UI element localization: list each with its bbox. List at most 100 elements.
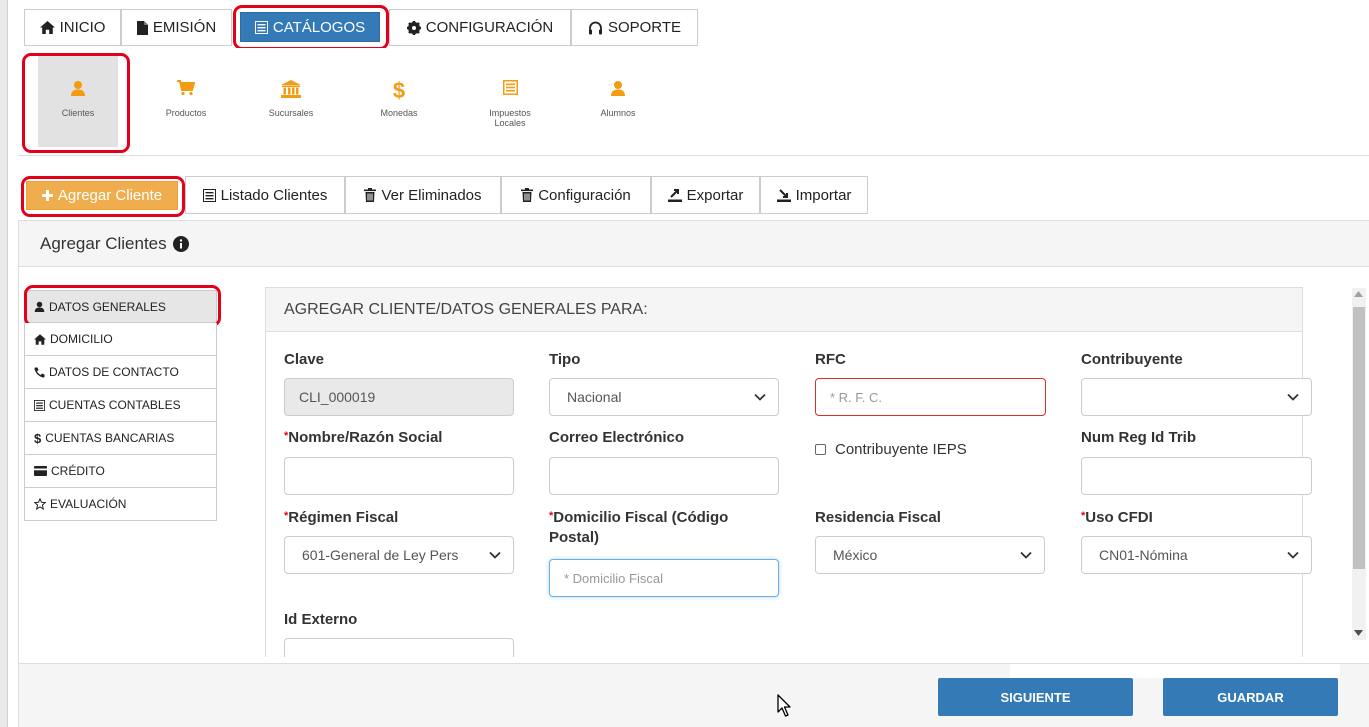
form-header: AGREGAR CLIENTE/DATOS GENERALES PARA:: [266, 288, 1302, 332]
catalog-impuestos-label-1: Impuestos: [489, 108, 531, 118]
nombre-input[interactable]: [284, 457, 514, 495]
tab-datos-contacto[interactable]: DATOS DE CONTACTO: [24, 356, 217, 389]
domicilio-label: *Domicilio Fiscal (Código Postal): [549, 508, 789, 548]
import-label: Importar: [795, 186, 852, 204]
required-mark: *: [284, 510, 289, 522]
catalog-alumnos-label: Alumnos: [600, 108, 636, 118]
user-icon: [610, 80, 626, 102]
chevron-down-icon: [489, 551, 501, 559]
nav-inicio[interactable]: INICIO: [24, 9, 121, 46]
highlight-catalogos: [233, 5, 389, 50]
scrollbar-thumb[interactable]: [1353, 307, 1365, 569]
chevron-down-icon: [1287, 551, 1299, 559]
ieps-checkbox-row[interactable]: Contribuyente IEPS: [815, 441, 967, 458]
tab-credito[interactable]: CRÉDITO: [24, 455, 217, 488]
numreg-input[interactable]: [1081, 457, 1312, 495]
view-deleted-button[interactable]: Ver Eliminados: [345, 176, 501, 214]
view-deleted-label: Ver Eliminados: [381, 186, 482, 204]
rfc-placeholder: * R. F. C.: [830, 389, 883, 405]
tab-cuentas-contables[interactable]: CUENTAS CONTABLES: [24, 389, 217, 422]
nav-configuracion[interactable]: CONFIGURACIÓN: [389, 9, 571, 46]
mouse-cursor-icon: [777, 694, 793, 718]
tab-datos-contacto-label: DATOS DE CONTACTO: [49, 365, 179, 379]
configuration-label: Configuración: [538, 186, 631, 204]
rfc-input[interactable]: * R. F. C.: [815, 378, 1046, 416]
nav-configuracion-label: CONFIGURACIÓN: [425, 19, 554, 36]
scroll-up-icon[interactable]: [1354, 291, 1363, 297]
uso-select[interactable]: CN01-Nómina: [1081, 536, 1312, 574]
panel-title: Agregar Clientes: [40, 233, 167, 253]
idexterno-input[interactable]: [284, 638, 514, 657]
credit-card-icon: [34, 466, 47, 476]
save-button[interactable]: GUARDAR: [1163, 678, 1338, 716]
list-icon: [502, 80, 518, 102]
nav-soporte[interactable]: SOPORTE: [571, 9, 698, 46]
dollar-icon: $: [34, 430, 42, 446]
required-mark: *: [284, 430, 289, 442]
clave-input[interactable]: CLI_000019: [284, 378, 514, 416]
panel-header: Agregar Clientes: [19, 221, 1369, 267]
tab-cuentas-contables-label: CUENTAS CONTABLES: [49, 398, 181, 412]
nav-inicio-label: INICIO: [59, 19, 106, 36]
catalog-productos[interactable]: Productos: [146, 54, 226, 147]
footer-overlay: [1010, 664, 1340, 678]
dollar-icon: $: [392, 78, 406, 103]
domicilio-input[interactable]: * Domicilio Fiscal: [549, 559, 779, 597]
tab-domicilio-label: DOMICILIO: [50, 332, 113, 346]
tipo-select[interactable]: Nacional: [549, 378, 779, 416]
tipo-value: Nacional: [567, 389, 622, 405]
form-header-text: AGREGAR CLIENTE/DATOS GENERALES PARA:: [284, 300, 648, 318]
correo-input[interactable]: [549, 457, 779, 495]
rfc-label: RFC: [815, 351, 846, 368]
trash-icon: [364, 188, 377, 202]
ieps-label: Contribuyente IEPS: [835, 441, 967, 458]
domicilio-placeholder: * Domicilio Fiscal: [564, 570, 663, 586]
catalog-sucursales-label: Sucursales: [268, 108, 314, 118]
catalog-impuestos-locales[interactable]: Impuestos Locales: [470, 54, 550, 147]
tab-domicilio[interactable]: DOMICILIO: [24, 323, 217, 356]
tab-evaluacion[interactable]: EVALUACIÓN: [24, 488, 217, 521]
highlight-clientes: [22, 53, 130, 153]
uso-label-text: Uso CFDI: [1085, 509, 1153, 526]
chevron-down-icon: [754, 393, 766, 401]
list-clients-label: Listado Clientes: [220, 186, 328, 204]
gear-icon: [406, 20, 421, 35]
highlight-datos-generales: [24, 285, 221, 327]
highlight-add-client: [21, 176, 185, 217]
residencia-select[interactable]: México: [815, 536, 1045, 574]
catalog-monedas[interactable]: $ Monedas: [359, 54, 439, 147]
uso-value: CN01-Nómina: [1099, 547, 1188, 563]
contribuyente-select[interactable]: [1081, 378, 1312, 416]
nombre-label-text: Nombre/Razón Social: [288, 429, 443, 446]
info-icon[interactable]: [172, 235, 189, 252]
clave-value: CLI_000019: [299, 389, 376, 405]
nombre-label: *Nombre/Razón Social: [284, 428, 442, 448]
star-icon: [34, 498, 46, 510]
catalog-alumnos[interactable]: Alumnos: [578, 54, 658, 147]
ieps-checkbox[interactable]: [815, 444, 826, 455]
catalog-impuestos-label-2: Locales: [494, 118, 526, 128]
nav-emision[interactable]: EMISIÓN: [121, 9, 232, 46]
scroll-down-icon[interactable]: [1354, 630, 1363, 636]
clave-label: Clave: [284, 351, 325, 368]
catalog-sucursales[interactable]: Sucursales: [251, 54, 331, 147]
next-button[interactable]: SIGUIENTE: [938, 678, 1133, 716]
regimen-select[interactable]: 601-General de Ley Pers: [284, 536, 514, 574]
correo-label: Correo Electrónico: [549, 429, 685, 446]
phone-icon: [34, 367, 45, 378]
configuration-button[interactable]: Configuración: [501, 176, 651, 214]
regimen-value: 601-General de Ley Pers: [302, 547, 459, 563]
residencia-value: México: [833, 547, 878, 563]
uso-label: *Uso CFDI: [1081, 508, 1153, 528]
trash-icon: [521, 188, 534, 202]
idexterno-label: Id Externo: [284, 611, 358, 628]
window-left-edge: [0, 0, 8, 727]
home-icon: [34, 333, 46, 345]
tab-cuentas-bancarias[interactable]: $ CUENTAS BANCARIAS: [24, 422, 217, 455]
required-mark: *: [549, 510, 554, 522]
import-button[interactable]: Importar: [760, 176, 868, 214]
domicilio-label-line1: Domicilio Fiscal (Código: [553, 509, 729, 526]
list-clients-button[interactable]: Listado Clientes: [185, 176, 345, 214]
regimen-label-text: Régimen Fiscal: [288, 509, 399, 526]
export-button[interactable]: Exportar: [651, 176, 760, 214]
